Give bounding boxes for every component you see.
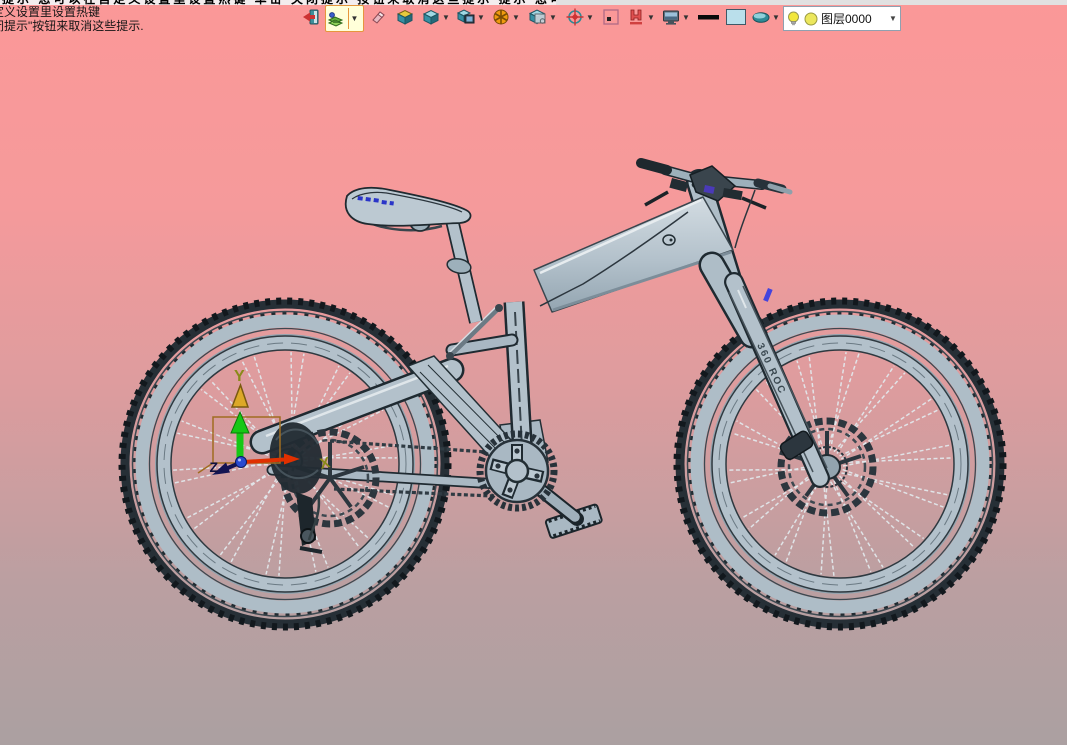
bike-model: 360 ROC xyxy=(118,158,1007,631)
model-viewport[interactable]: 360 ROC X Z Y xyxy=(0,0,1067,745)
origin-point xyxy=(235,456,247,468)
x-axis xyxy=(242,457,285,464)
cad-application-window: 提示 您可以在自定义设置里设置热键 单击 关闭提示 按钮来取消这些提示 提示 您… xyxy=(0,0,1067,745)
left-grip xyxy=(636,158,672,175)
y-axis-label: Y xyxy=(234,368,245,385)
crankset xyxy=(476,430,603,539)
seatpost-saddle xyxy=(344,186,483,324)
main-frame-beam xyxy=(533,196,734,313)
fork-reflector xyxy=(763,287,773,302)
z-axis-label: Z xyxy=(209,459,218,475)
